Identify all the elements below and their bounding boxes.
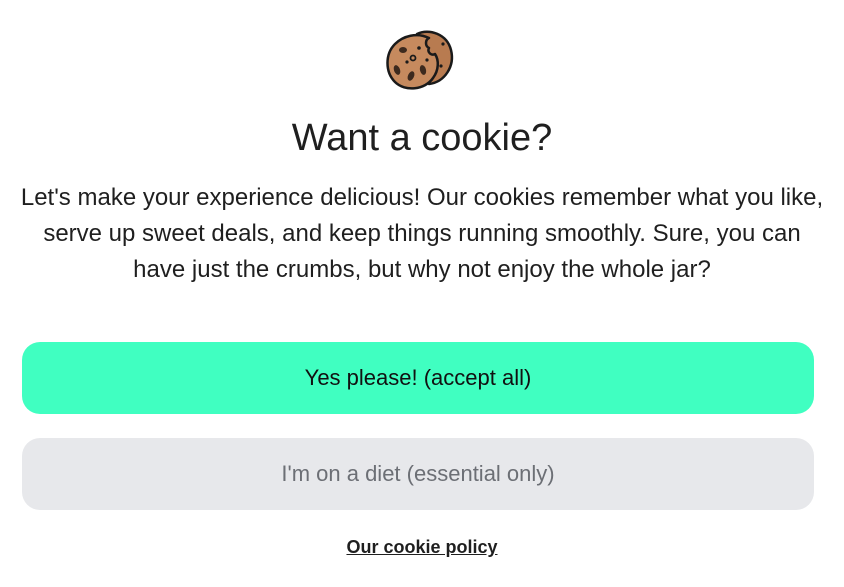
cookie-icon [383,26,457,96]
cookie-policy-link[interactable]: Our cookie policy [346,537,497,557]
accept-all-button[interactable]: Yes please! (accept all) [22,342,814,414]
cookie-consent-dialog: Want a cookie? Let's make your experienc… [0,0,844,587]
accept-all-label: Yes please! (accept all) [304,365,532,390]
dialog-title: Want a cookie? [291,117,553,159]
cookie-policy-link-container: Our cookie policy [0,537,844,558]
dialog-description: Let's make your experience delicious! Ou… [20,184,824,283]
essential-only-button[interactable]: I'm on a diet (essential only) [22,438,814,510]
essential-only-label: I'm on a diet (essential only) [281,461,555,486]
